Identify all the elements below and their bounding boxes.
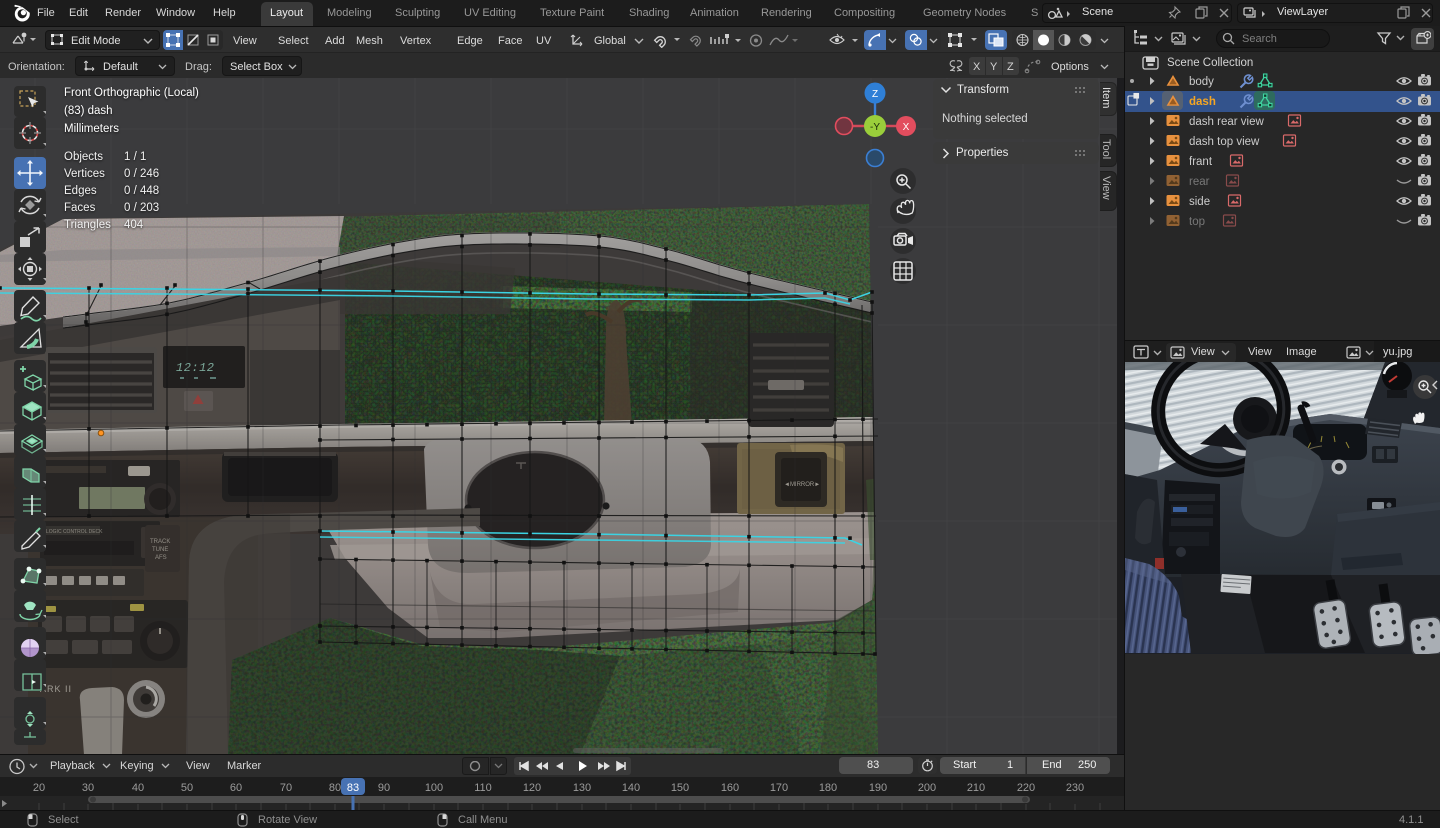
svg-text:dash: dash bbox=[1189, 96, 1216, 108]
svg-text:110: 110 bbox=[474, 782, 492, 794]
svg-text:top: top bbox=[1189, 216, 1205, 228]
svg-text:100: 100 bbox=[425, 782, 443, 794]
svg-text:X: X bbox=[903, 122, 910, 133]
svg-text:200: 200 bbox=[918, 782, 936, 794]
svg-text:170: 170 bbox=[770, 782, 788, 794]
svg-text:140: 140 bbox=[622, 782, 640, 794]
svg-text:dash rear view: dash rear view bbox=[1189, 116, 1264, 128]
svg-text:rear: rear bbox=[1189, 176, 1210, 188]
svg-text:220: 220 bbox=[1017, 782, 1035, 794]
svg-text:120: 120 bbox=[523, 782, 541, 794]
svg-text:30: 30 bbox=[82, 782, 94, 794]
svg-text:side: side bbox=[1189, 196, 1210, 208]
svg-text:70: 70 bbox=[280, 782, 292, 794]
svg-text:210: 210 bbox=[967, 782, 985, 794]
svg-text:60: 60 bbox=[230, 782, 242, 794]
svg-text:150: 150 bbox=[671, 782, 689, 794]
svg-text:130: 130 bbox=[573, 782, 591, 794]
svg-text:50: 50 bbox=[181, 782, 193, 794]
svg-text:83: 83 bbox=[347, 782, 359, 794]
svg-text:160: 160 bbox=[721, 782, 739, 794]
svg-text:-Y: -Y bbox=[870, 122, 880, 133]
svg-text:Z: Z bbox=[872, 89, 878, 100]
svg-text:180: 180 bbox=[819, 782, 837, 794]
svg-text:dash top view: dash top view bbox=[1189, 136, 1260, 148]
svg-text:20: 20 bbox=[33, 782, 45, 794]
svg-text:190: 190 bbox=[869, 782, 887, 794]
svg-text:40: 40 bbox=[132, 782, 144, 794]
svg-text:body: body bbox=[1189, 76, 1214, 88]
svg-text:80: 80 bbox=[329, 782, 341, 794]
svg-text:frant: frant bbox=[1189, 156, 1213, 168]
svg-text:230: 230 bbox=[1066, 782, 1084, 794]
svg-text:90: 90 bbox=[378, 782, 390, 794]
